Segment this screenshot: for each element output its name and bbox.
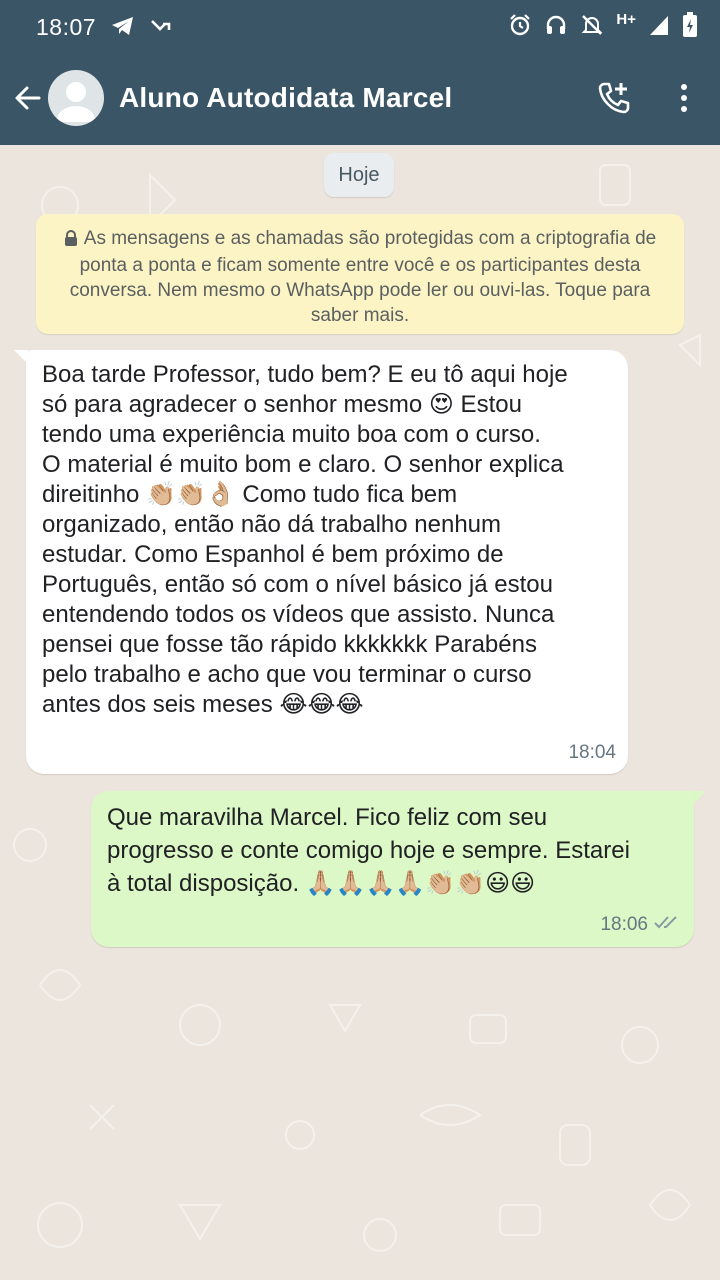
battery-charging-icon — [682, 12, 698, 43]
alarm-icon — [508, 13, 532, 42]
outgoing-message-meta: 18:06 — [600, 908, 682, 941]
incoming-message-time: 18:04 — [568, 742, 616, 763]
back-arrow-icon — [13, 83, 43, 118]
contact-name[interactable]: Aluno Autodidata Marcel — [119, 82, 452, 114]
more-options-button[interactable] — [666, 80, 702, 120]
missed-call-icon — [150, 15, 174, 42]
status-left-icons — [110, 14, 174, 43]
avatar[interactable] — [48, 70, 104, 126]
add-call-icon — [596, 80, 632, 121]
double-check-icon — [654, 908, 682, 941]
back-button[interactable] — [10, 80, 46, 120]
incoming-message[interactable]: Boa tarde Professor, tudo bem? E eu tô a… — [26, 350, 628, 774]
avatar-placeholder-icon — [48, 82, 104, 126]
network-type-label: H+ — [616, 11, 636, 28]
encryption-notice-text: As mensagens e as chamadas são protegida… — [69, 228, 657, 326]
chat-header: Aluno Autodidata Marcel — [0, 56, 720, 145]
lock-icon — [64, 228, 78, 253]
outgoing-message-time: 18:06 — [600, 914, 648, 935]
status-time: 18:07 — [36, 14, 97, 40]
incoming-message-text: Boa tarde Professor, tudo bem? E eu tô a… — [42, 361, 568, 718]
date-chip: Hoje — [324, 153, 394, 197]
telegram-icon — [110, 14, 136, 43]
status-bar: 18:07 H+ — [0, 0, 720, 56]
headset-icon — [544, 13, 568, 42]
outgoing-bubble-tail — [692, 791, 706, 805]
outgoing-message[interactable]: Que maravilha Marcel. Fico feliz com seu… — [91, 791, 694, 947]
notifications-off-icon — [580, 13, 604, 42]
more-options-icon — [679, 83, 689, 118]
signal-icon — [648, 13, 670, 42]
chat-area[interactable]: Hoje As mensagens e as chamadas são prot… — [0, 145, 720, 1280]
status-right-icons: H+ — [508, 11, 698, 43]
add-call-button[interactable] — [594, 80, 634, 120]
encryption-notice[interactable]: As mensagens e as chamadas são protegida… — [36, 214, 684, 334]
outgoing-message-text: Que maravilha Marcel. Fico feliz com seu… — [107, 804, 630, 897]
incoming-message-meta: 18:04 — [568, 738, 616, 768]
